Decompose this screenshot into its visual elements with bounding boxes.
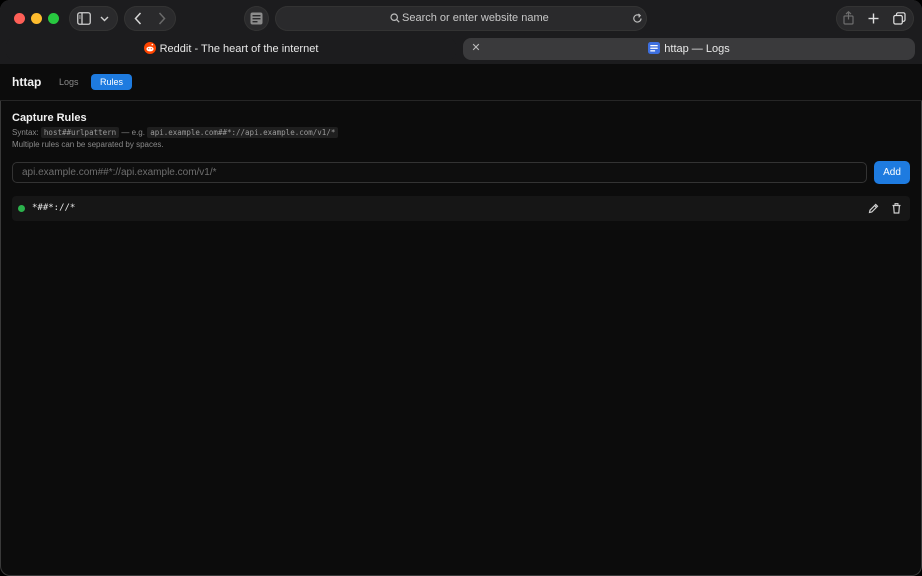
browser-toolbar: Search or enter website name Reddit - Th… <box>0 0 922 64</box>
sidebar-toggle-group[interactable] <box>69 6 118 31</box>
minimize-window-button[interactable] <box>31 13 42 24</box>
rule-pattern: *##*://* <box>32 203 76 213</box>
tab-overview-icon[interactable] <box>893 12 906 25</box>
forward-icon[interactable] <box>158 12 166 25</box>
app-title: httap <box>12 75 42 89</box>
capture-rules-panel: Capture Rules Syntax: host##urlpattern —… <box>0 101 922 576</box>
browser-window: Search or enter website name Reddit - Th… <box>0 0 922 576</box>
multiple-rules-hint: Multiple rules can be separated by space… <box>12 140 164 149</box>
syntax-label: Syntax: <box>12 128 39 137</box>
syntax-pattern: host##urlpattern <box>40 127 120 138</box>
section-title: Capture Rules <box>12 112 87 124</box>
example-label: — e.g. <box>121 128 145 137</box>
close-window-button[interactable] <box>14 13 25 24</box>
search-icon <box>390 13 400 23</box>
extension-icon <box>250 12 263 25</box>
sidebar-icon[interactable] <box>77 12 91 25</box>
tab-reddit[interactable]: Reddit - The heart of the internet <box>6 38 456 60</box>
add-rule-button[interactable]: Add <box>874 161 910 184</box>
chevron-down-icon[interactable] <box>100 16 109 22</box>
new-tab-icon[interactable] <box>868 13 879 24</box>
tab-logs[interactable]: Logs <box>50 74 88 90</box>
rule-input[interactable] <box>12 162 867 183</box>
extension-button[interactable] <box>244 6 269 31</box>
address-bar[interactable]: Search or enter website name <box>275 6 647 31</box>
tab-rules[interactable]: Rules <box>91 74 133 90</box>
tab-title: Reddit - The heart of the internet <box>159 43 319 55</box>
trash-icon[interactable] <box>890 202 903 215</box>
tab-httap-logs[interactable]: ✕ httap — Logs <box>463 38 915 60</box>
app-header: httap Logs Rules <box>0 64 922 101</box>
httap-icon <box>648 42 661 54</box>
rule-row: *##*://* <box>12 196 910 221</box>
syntax-description: Syntax: host##urlpattern — e.g. api.exam… <box>12 127 339 138</box>
back-icon[interactable] <box>134 12 142 25</box>
reddit-icon <box>143 42 156 54</box>
tab-title: httap — Logs <box>664 43 730 55</box>
zoom-window-button[interactable] <box>48 13 59 24</box>
address-placeholder: Search or enter website name <box>402 12 549 24</box>
edit-icon[interactable] <box>867 202 880 215</box>
example-pattern: api.example.com##*://api.example.com/v1/… <box>147 127 339 138</box>
navigation-group <box>124 6 176 31</box>
rule-status-indicator <box>18 205 25 212</box>
reload-icon[interactable] <box>632 13 643 24</box>
toolbar-actions-group <box>836 6 914 31</box>
share-icon[interactable] <box>843 11 854 25</box>
